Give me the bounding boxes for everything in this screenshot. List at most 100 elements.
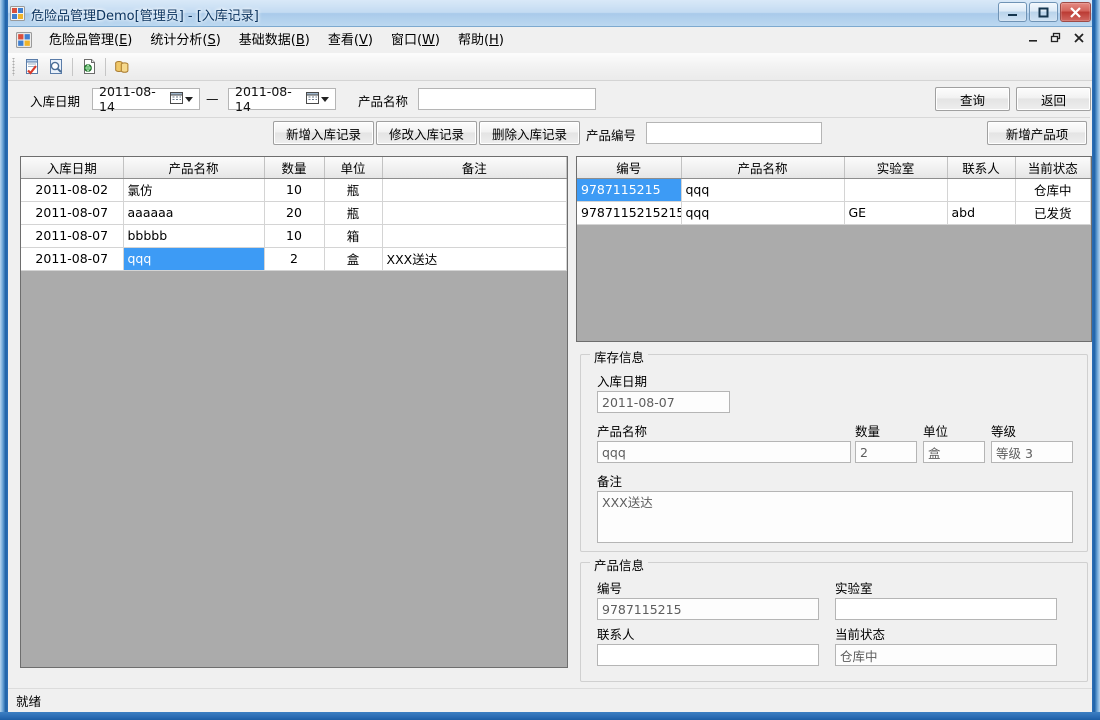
new-document-icon[interactable] [77, 55, 101, 79]
cell-remark[interactable] [382, 224, 567, 248]
status-text: 就绪 [16, 694, 42, 709]
cell-remark[interactable]: XXX送达 [382, 247, 567, 271]
product-contact-field[interactable] [597, 644, 819, 666]
cell-date[interactable]: 2011-08-07 [21, 201, 124, 225]
window-maximize-button[interactable] [1029, 2, 1058, 22]
stock-unit-field[interactable] [923, 441, 985, 463]
cell-no-selected[interactable]: 9787115215 [577, 178, 682, 202]
cell-unit[interactable]: 盒 [324, 247, 383, 271]
table-row[interactable]: 2011-08-02 氯仿 10 瓶 [21, 178, 567, 202]
stock-grade-field[interactable] [991, 441, 1073, 463]
cell-date[interactable]: 2011-08-07 [21, 224, 124, 248]
menu-item-basedata[interactable]: 基础数据(B) [230, 30, 319, 51]
product-info-title: 产品信息 [590, 555, 649, 574]
inbound-records-grid[interactable]: 入库日期 产品名称 数量 单位 备注 2011-08-02 氯仿 10 瓶 20… [20, 156, 568, 668]
menu-item-help[interactable]: 帮助(H) [449, 30, 513, 51]
cell-product[interactable]: 氯仿 [123, 178, 265, 202]
product-items-table: 编号 产品名称 实验室 联系人 当前状态 9787115215 qqq 仓库中 … [577, 157, 1091, 225]
menu-bar: 危险品管理(E) 统计分析(S) 基础数据(B) 查看(V) 窗口(W) 帮助(… [8, 27, 1092, 53]
cell-contact[interactable] [947, 178, 1016, 202]
column-header-remark[interactable]: 备注 [382, 157, 567, 179]
cell-product[interactable]: aaaaaa [123, 201, 265, 225]
cell-lab[interactable] [844, 178, 948, 202]
window-border-bottom [0, 712, 1100, 720]
cell-contact[interactable]: abd [947, 201, 1016, 225]
date-to-value: 2011-08-14 [235, 84, 292, 114]
mdi-minimize-icon[interactable] [1026, 31, 1040, 45]
cell-no[interactable]: 9787115215215 [577, 201, 682, 225]
back-button[interactable]: 返回 [1016, 87, 1091, 111]
toolbar-grip[interactable] [11, 57, 18, 76]
chevron-down-icon[interactable] [185, 96, 193, 102]
delete-inbound-record-button[interactable]: 删除入库记录 [479, 121, 580, 145]
date-from-picker[interactable]: 2011-08-14 [92, 84, 200, 114]
cell-date[interactable]: 2011-08-02 [21, 178, 124, 202]
cell-status[interactable]: 已发货 [1015, 201, 1091, 225]
cell-qty[interactable]: 10 [264, 224, 325, 248]
product-no-input[interactable] [646, 122, 822, 144]
cell-status[interactable]: 仓库中 [1015, 178, 1091, 202]
mdi-close-icon[interactable] [1072, 31, 1086, 45]
cell-product[interactable]: bbbbb [123, 224, 265, 248]
stock-info-group: 库存信息 入库日期 产品名称 数量 单位 等级 备注 [580, 347, 1088, 552]
menu-item-window[interactable]: 窗口(W) [382, 30, 449, 51]
checklist-icon[interactable] [20, 55, 44, 79]
product-no-field[interactable] [597, 598, 819, 620]
menu-item-view[interactable]: 查看(V) [319, 30, 382, 51]
cell-qty[interactable]: 10 [264, 178, 325, 202]
cell-unit[interactable]: 瓶 [324, 201, 383, 225]
table-header-row: 入库日期 产品名称 数量 单位 备注 [21, 157, 567, 179]
column-header-unit[interactable]: 单位 [324, 157, 383, 179]
column-header-lab[interactable]: 实验室 [844, 157, 948, 179]
cell-unit[interactable]: 箱 [324, 224, 383, 248]
edit-inbound-record-button[interactable]: 修改入库记录 [376, 121, 477, 145]
table-row[interactable]: 2011-08-07 aaaaaa 20 瓶 [21, 201, 567, 225]
client-area: 危险品管理(E) 统计分析(S) 基础数据(B) 查看(V) 窗口(W) 帮助(… [8, 27, 1092, 712]
query-button[interactable]: 查询 [935, 87, 1010, 111]
table-row[interactable]: 2011-08-07 qqq 2 盒 XXX送达 [21, 247, 567, 271]
date-to-picker[interactable]: 2011-08-14 [228, 84, 336, 114]
mdi-restore-icon[interactable] [1049, 31, 1063, 45]
column-header-status[interactable]: 当前状态 [1015, 157, 1091, 179]
cell-product[interactable]: qqq [681, 201, 845, 225]
menu-item-statistics[interactable]: 统计分析(S) [141, 30, 229, 51]
column-header-qty[interactable]: 数量 [264, 157, 325, 179]
window-minimize-button[interactable] [998, 2, 1027, 22]
stock-remark-textarea[interactable] [597, 491, 1073, 543]
cell-qty[interactable]: 20 [264, 201, 325, 225]
product-status-field[interactable] [835, 644, 1057, 666]
cell-product[interactable]: qqq [681, 178, 845, 202]
cell-qty[interactable]: 2 [264, 247, 325, 271]
add-inbound-record-button[interactable]: 新增入库记录 [273, 121, 374, 145]
cell-product-selected[interactable]: qqq [123, 247, 265, 271]
product-name-filter-input[interactable] [418, 88, 596, 110]
product-items-grid[interactable]: 编号 产品名称 实验室 联系人 当前状态 9787115215 qqq 仓库中 … [576, 156, 1092, 342]
cell-date[interactable]: 2011-08-07 [21, 247, 124, 271]
mdi-child-inbound-record: 入库日期 2011-08-14 — 2011-08-14 产品名称 查询 返回 … [8, 82, 1092, 712]
search-document-icon[interactable] [44, 55, 68, 79]
window-close-button[interactable] [1060, 2, 1091, 22]
menu-item-hazmat[interactable]: 危险品管理(E) [40, 30, 141, 51]
database-icon[interactable] [110, 55, 134, 79]
cell-remark[interactable] [382, 201, 567, 225]
column-header-no[interactable]: 编号 [577, 157, 682, 179]
table-row[interactable]: 9787115215 qqq 仓库中 [577, 178, 1091, 202]
stock-product-field[interactable] [597, 441, 851, 463]
stock-qty-field[interactable] [855, 441, 917, 463]
column-header-contact[interactable]: 联系人 [947, 157, 1016, 179]
column-header-date[interactable]: 入库日期 [21, 157, 124, 179]
cell-remark[interactable] [382, 178, 567, 202]
column-header-product[interactable]: 产品名称 [123, 157, 265, 179]
chevron-down-icon[interactable] [321, 96, 329, 102]
toolbar [8, 53, 1092, 81]
cell-unit[interactable]: 瓶 [324, 178, 383, 202]
add-product-item-button[interactable]: 新增产品项 [987, 121, 1087, 145]
product-lab-field[interactable] [835, 598, 1057, 620]
cell-lab[interactable]: GE [844, 201, 948, 225]
table-row[interactable]: 2011-08-07 bbbbb 10 箱 [21, 224, 567, 248]
window-border-left [0, 0, 8, 720]
stock-date-field[interactable] [597, 391, 730, 413]
application-window: 危险品管理Demo[管理员] - [入库记录] 危险品管理(E) 统计分析(S)… [0, 0, 1100, 720]
column-header-product[interactable]: 产品名称 [681, 157, 845, 179]
table-row[interactable]: 9787115215215 qqq GE abd 已发货 [577, 201, 1091, 225]
